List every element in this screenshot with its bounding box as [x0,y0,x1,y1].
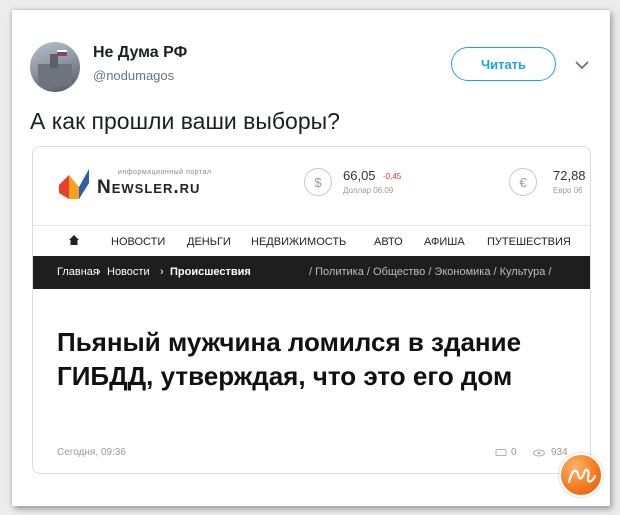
dollar-icon: $ [304,168,332,196]
tweet-text: А как прошли ваши выборы? [30,108,340,134]
breadcrumb-news[interactable]: Новости [107,266,150,278]
watermark-badge [559,453,603,497]
avatar[interactable] [30,42,80,92]
logo-text[interactable]: Newsler.ru [97,177,200,199]
author-name[interactable]: Не Дума РФ [93,44,187,62]
nav-item-money[interactable]: ДЕНЬГИ [187,236,231,248]
eye-icon [533,449,545,457]
dollar-change: -0,45 [383,172,402,181]
newsler-logo-icon [59,169,89,199]
comment-icon [495,449,507,456]
breadcrumb-home[interactable]: Главная [57,266,99,278]
portal-tagline: информационный портал [118,169,212,176]
breadcrumb: Главная › Новости › Происшествия / Полит… [33,256,590,289]
chevron-down-icon[interactable] [572,55,592,75]
euro-label: Евро 06 [553,186,583,195]
comment-count: 0 [511,447,517,458]
dollar-rate: 66,05 [343,168,376,183]
author-handle[interactable]: @nodumagos [93,68,174,83]
nav-item-news[interactable]: НОВОСТИ [111,236,165,248]
main-nav: НОВОСТИ ДЕНЬГИ НЕДВИЖИМОСТЬ АВТО АФИША П… [33,225,590,255]
euro-icon: € [509,168,537,196]
nav-item-travel[interactable]: ПУТЕШЕСТВИЯ [487,236,571,248]
home-icon[interactable] [69,235,79,245]
nav-item-auto[interactable]: АВТО [374,236,403,248]
view-count: 934 [551,447,568,458]
dollar-label: Доллар 06.09 [343,186,394,195]
article-headline[interactable]: Пьяный мужчина ломился в здание ГИБДД, у… [57,325,577,393]
article-date: Сегодня, 09:36 [57,447,126,458]
euro-rate: 72,88 [553,168,586,183]
breadcrumb-sections[interactable]: / Политика / Общество / Экономика / Куль… [309,266,551,278]
link-card[interactable]: информационный портал Newsler.ru $ 66,05… [32,146,591,474]
follow-button[interactable]: Читать [451,47,556,81]
nav-item-realty[interactable]: НЕДВИЖИМОСТЬ [251,236,346,248]
nav-item-poster[interactable]: АФИША [424,236,465,248]
breadcrumb-current[interactable]: Происшествия [170,266,251,278]
